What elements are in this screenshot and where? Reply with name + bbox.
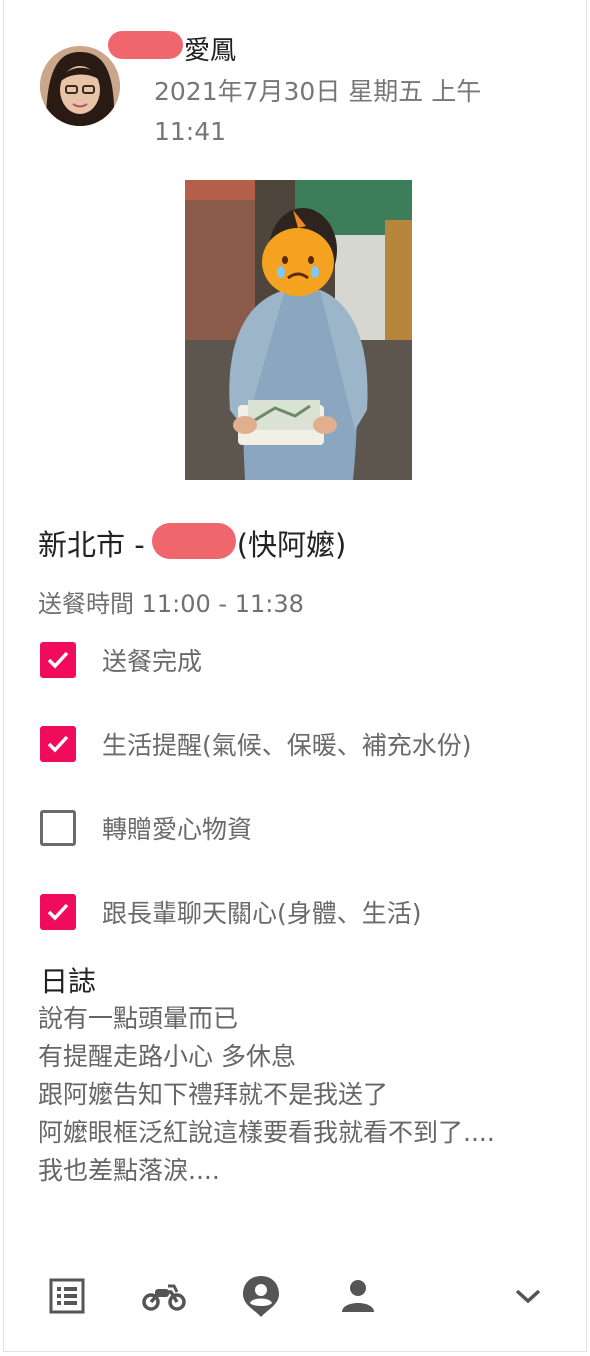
log-title: 日誌 [40,965,97,998]
list-button[interactable] [39,1268,95,1324]
redaction-mark [108,31,183,59]
check-icon [47,903,69,921]
author-name-suffix: 愛鳳 [184,36,237,66]
check-icon [47,735,69,753]
redaction-mark [152,523,236,559]
log-line: 我也差點落淚.... [38,1156,220,1185]
location-prefix: 新北市 - [38,528,145,562]
checkbox-checked[interactable] [40,894,76,930]
check-icon [47,651,69,669]
log-line: 有提醒走路小心 多休息 [38,1042,296,1071]
post-date-line2: 11:41 [154,117,227,146]
person-icon [342,1280,374,1312]
checklist-label: 跟長輩聊天關心(身體、生活) [102,899,422,928]
delivery-photo[interactable] [185,180,412,480]
post-card: 愛鳳 2021年7月30日 星期五 上午 11:41 新北市 - (快阿嬤) 送… [3,0,587,1352]
log-line: 跟阿嬤告知下禮拜就不是我送了 [38,1080,389,1109]
checklist-item[interactable]: 生活提醒(氣候、保暖、補充水份) [40,726,472,762]
delivery-button[interactable] [136,1268,192,1324]
post-date: 2021年7月30日 星期五 上午 11:41 [154,72,534,152]
log-body: 說有一點頭暈而已 有提醒走路小心 多休息 跟阿嬤告知下禮拜就不是我送了 阿嬤眼框… [38,1000,568,1190]
motorcycle-icon [142,1284,186,1311]
location-suffix: (快阿嬤) [236,528,347,562]
chevron-down-icon [515,1289,541,1304]
checklist-label: 轉贈愛心物資 [102,815,253,844]
delivery-time: 送餐時間 11:00 - 11:38 [38,590,304,618]
recipient-location-button[interactable] [233,1268,289,1324]
bottom-action-bar [4,1268,588,1324]
checklist-item[interactable]: 轉贈愛心物資 [40,810,252,846]
checklist-label: 生活提醒(氣候、保暖、補充水份) [102,731,472,760]
avatar[interactable] [40,46,120,126]
log-line: 阿嬤眼框泛紅說這樣要看我就看不到了.... [38,1118,495,1147]
post-date-line1: 2021年7月30日 星期五 上午 [154,77,482,106]
list-icon [49,1278,85,1314]
expand-button[interactable] [500,1268,556,1324]
log-line: 說有一點頭暈而已 [38,1004,239,1033]
checklist-label: 送餐完成 [102,647,203,676]
checkbox-checked[interactable] [40,642,76,678]
checkbox-checked[interactable] [40,726,76,762]
checklist-item[interactable]: 送餐完成 [40,642,202,678]
location-person-icon [243,1276,279,1317]
checkbox-unchecked[interactable] [40,810,76,846]
profile-button[interactable] [330,1268,386,1324]
checklist-item[interactable]: 跟長輩聊天關心(身體、生活) [40,894,422,930]
